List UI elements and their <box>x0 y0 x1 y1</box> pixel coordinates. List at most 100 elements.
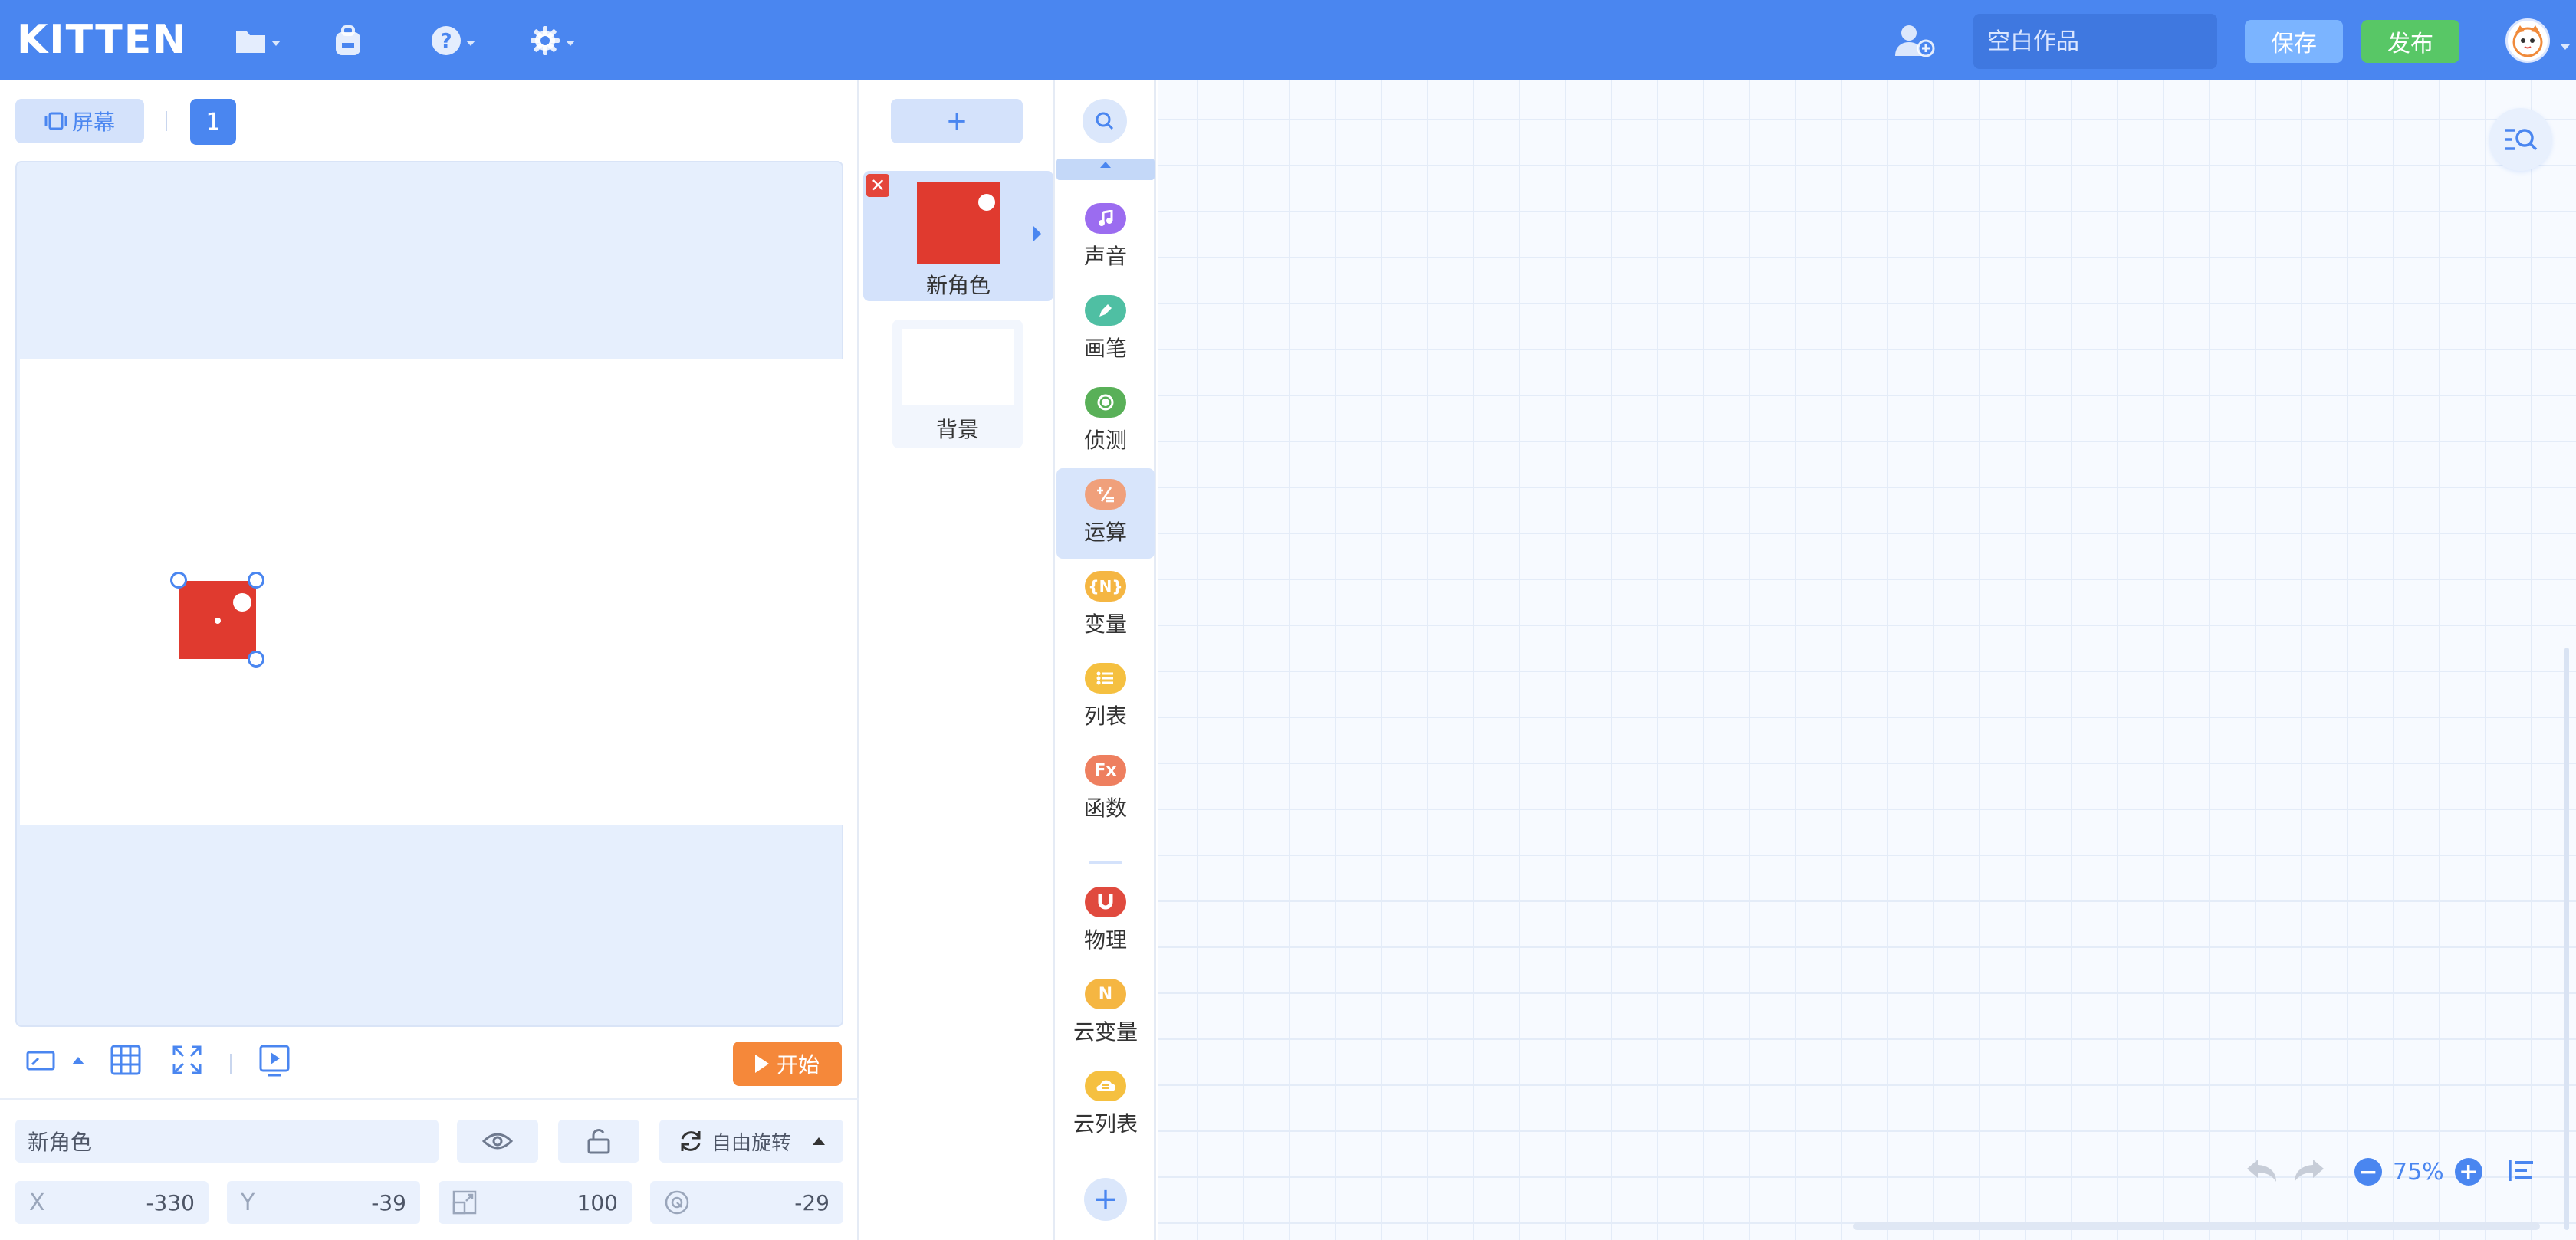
stage-size-button[interactable] <box>26 1049 57 1071</box>
sprite-expand-icon[interactable] <box>1033 226 1041 241</box>
lock-toggle[interactable] <box>558 1120 639 1163</box>
add-sprite-button[interactable]: + <box>891 99 1023 143</box>
function-icon: Fx <box>1085 755 1126 786</box>
collaborate-button[interactable] <box>1894 21 1935 60</box>
category-label: 声音 <box>1083 244 1127 269</box>
background-label: 背景 <box>935 417 979 442</box>
rotate-icon <box>681 1131 701 1151</box>
stage-canvas[interactable] <box>20 359 843 825</box>
panel-divider <box>0 1098 859 1100</box>
x-coordinate-field[interactable]: X -330 <box>15 1181 209 1224</box>
list-search-icon <box>2505 129 2538 151</box>
sprite-thumbnail <box>917 182 1000 264</box>
category-label: 物理 <box>1083 927 1127 953</box>
fullscreen-button[interactable] <box>172 1045 202 1075</box>
size-field[interactable]: 100 <box>439 1181 632 1224</box>
settings-menu[interactable] <box>529 21 575 60</box>
screen-button[interactable]: 屏幕 <box>15 99 144 143</box>
visibility-toggle[interactable] <box>457 1120 538 1163</box>
sprite-name-field[interactable]: 新角色 <box>15 1120 439 1163</box>
code-workspace[interactable]: − 75% + <box>1158 80 2576 1240</box>
add-user-icon <box>1895 25 1935 57</box>
category-item[interactable]: 侦测 <box>1056 376 1155 467</box>
category-item[interactable]: {N} 变量 <box>1056 560 1155 651</box>
screen-icon <box>44 112 67 130</box>
avatar[interactable] <box>2505 18 2550 63</box>
x-value: -330 <box>146 1189 195 1215</box>
sprite-scale-handle-bottom[interactable] <box>248 651 264 668</box>
backpack-button[interactable] <box>333 21 363 60</box>
add-extension-button[interactable]: + <box>1084 1178 1127 1221</box>
background-card[interactable]: 背景 <box>892 320 1023 448</box>
workspace-scrollbar-vertical[interactable] <box>2564 648 2569 1230</box>
workspace-search-button[interactable] <box>2489 108 2552 171</box>
category-scroll-up[interactable] <box>1056 159 1155 180</box>
undo-button[interactable] <box>2246 1158 2278 1184</box>
category-label: 侦测 <box>1083 428 1127 453</box>
sprite-card-name: 新角色 <box>925 273 991 298</box>
physics-icon <box>1085 887 1126 917</box>
screen-label: 屏幕 <box>71 110 115 135</box>
rotation-mode-select[interactable]: 自由旋转 <box>659 1120 843 1163</box>
avatar-dropdown-icon[interactable] <box>2561 44 2570 50</box>
app-logo: KITTEN <box>17 17 188 63</box>
background-thumbnail <box>902 329 1014 405</box>
rotation-mode-label: 自由旋转 <box>711 1131 791 1155</box>
category-label: 变量 <box>1083 612 1127 637</box>
category-item[interactable]: 列表 <box>1056 652 1155 743</box>
help-menu[interactable]: ? <box>431 21 475 60</box>
category-label: 函数 <box>1083 796 1127 821</box>
grid-toggle-button[interactable] <box>110 1045 141 1075</box>
start-button[interactable]: 开始 <box>733 1042 842 1086</box>
stage[interactable] <box>15 161 843 1027</box>
align-icon <box>2509 1160 2533 1181</box>
category-label: 运算 <box>1083 520 1127 545</box>
category-item[interactable]: 运算 <box>1056 468 1155 559</box>
sprite-center-point <box>215 618 221 624</box>
y-value: -39 <box>371 1189 406 1215</box>
category-item[interactable]: 声音 <box>1056 192 1155 283</box>
variable-icon: {N} <box>1085 571 1126 602</box>
screen-page-button[interactable]: 1 <box>190 99 236 145</box>
save-button[interactable]: 保存 <box>2245 20 2343 63</box>
preview-button[interactable] <box>259 1045 290 1077</box>
category-item[interactable]: 云列表 <box>1056 1060 1155 1150</box>
category-divider <box>1089 861 1122 864</box>
unlock-icon <box>587 1129 610 1154</box>
zoom-out-button[interactable]: − <box>2354 1158 2382 1186</box>
category-item[interactable]: N 云变量 <box>1056 968 1155 1058</box>
help-icon: ? <box>432 26 461 55</box>
direction-field[interactable]: -29 <box>650 1181 843 1224</box>
pen-icon <box>1085 295 1126 326</box>
stage-size-dropdown-icon[interactable] <box>72 1057 84 1064</box>
sprite-rotate-handle[interactable] <box>170 572 187 589</box>
thumbnail-eye <box>978 194 995 211</box>
y-coordinate-field[interactable]: Y -39 <box>227 1181 420 1224</box>
backpack-icon <box>336 25 360 55</box>
play-icon <box>754 1055 769 1073</box>
delete-sprite-icon[interactable]: ✕ <box>866 174 889 197</box>
fullscreen-icon <box>172 1045 202 1074</box>
block-search-button[interactable] <box>1083 99 1127 143</box>
sprite-on-stage[interactable] <box>179 581 256 659</box>
redo-button[interactable] <box>2293 1158 2325 1184</box>
align-blocks-button[interactable] <box>2508 1158 2535 1183</box>
workspace-scrollbar-horizontal[interactable] <box>1853 1222 2540 1230</box>
category-item[interactable]: Fx 函数 <box>1056 744 1155 835</box>
eye-icon <box>482 1133 513 1150</box>
category-item[interactable]: 物理 <box>1056 876 1155 966</box>
rotation-dropdown-icon <box>813 1137 825 1145</box>
category-item[interactable]: 画笔 <box>1056 284 1155 375</box>
x-label: X <box>29 1189 45 1216</box>
file-menu[interactable] <box>235 21 281 60</box>
publish-button[interactable]: 发布 <box>2361 20 2459 63</box>
zoom-in-button[interactable]: + <box>2454 1158 2482 1186</box>
zoom-control: − 75% + <box>2354 1158 2482 1186</box>
list-icon <box>1085 663 1126 694</box>
sprite-eye <box>233 593 251 612</box>
kitten-avatar-icon <box>2512 25 2543 57</box>
undo-icon <box>2247 1160 2276 1182</box>
sprite-scale-handle-top[interactable] <box>248 572 264 589</box>
sprite-card[interactable]: ✕ 新角色 <box>863 171 1053 301</box>
project-title-input[interactable] <box>1973 14 2217 69</box>
